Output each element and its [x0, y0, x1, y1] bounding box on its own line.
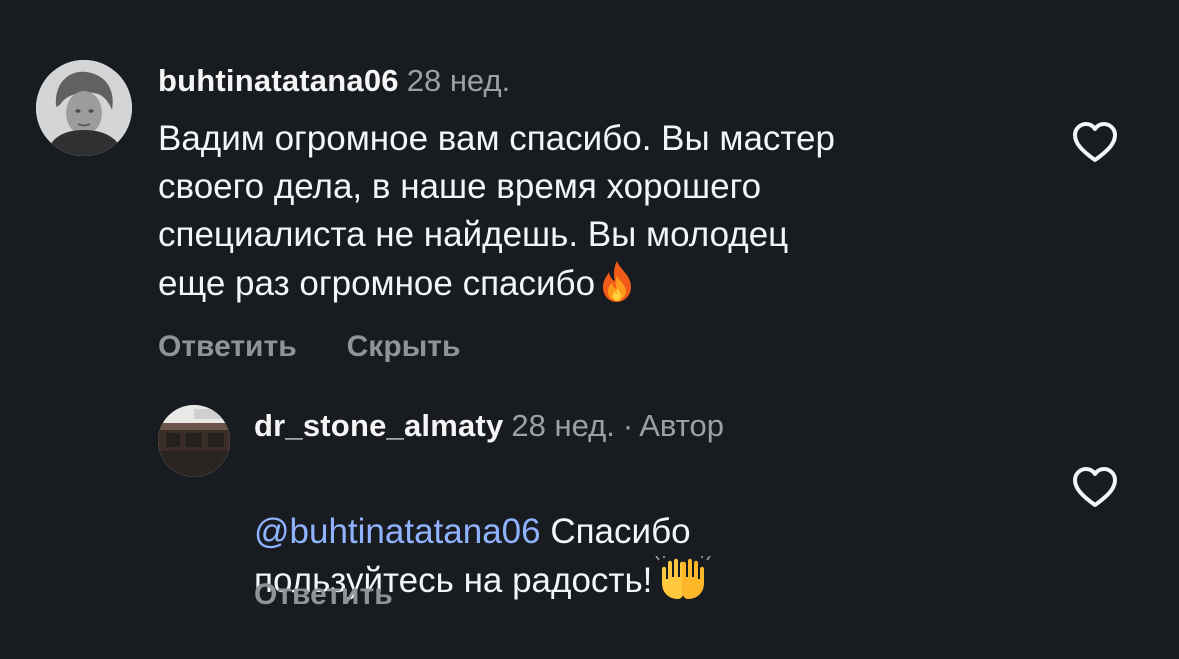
comment-text: Вадим огромное вам спасибо. Вы мастер св…	[158, 115, 1038, 316]
like-heart-icon[interactable]	[1071, 466, 1119, 508]
author-badge: Автор	[639, 408, 724, 443]
like-heart-icon[interactable]	[1071, 121, 1119, 163]
comment-body: Вадим огромное вам спасибо. Вы мастер св…	[158, 119, 835, 303]
separator: ·	[622, 408, 634, 443]
reply-timestamp: 28 нед.	[511, 408, 615, 443]
fire-emoji-icon	[597, 259, 637, 316]
raising-hands-emoji-icon	[654, 555, 712, 613]
username[interactable]: dr_stone_almaty	[254, 408, 503, 443]
comment-timestamp: 28 нед.	[406, 63, 511, 98]
mention-link[interactable]: @buhtinatatana06	[254, 512, 541, 551]
hide-button[interactable]: Скрыть	[347, 330, 461, 363]
comment-actions: Ответить Скрыть	[158, 329, 460, 365]
reply-body-line1: Спасибо	[540, 512, 691, 551]
comments-thread: buhtinatatana06 28 нед. Вадим огромное ва…	[0, 0, 1179, 659]
reply-button[interactable]: Ответить	[254, 578, 393, 611]
avatar[interactable]	[36, 60, 132, 156]
reply-actions: Ответить	[254, 577, 393, 613]
username[interactable]: buhtinatatana06	[158, 63, 399, 98]
reply-button[interactable]: Ответить	[158, 330, 297, 363]
comment-meta: buhtinatatana06 28 нед.	[158, 62, 510, 100]
reply-meta: dr_stone_almaty 28 нед. · Автор	[254, 407, 724, 445]
avatar[interactable]	[158, 405, 230, 477]
